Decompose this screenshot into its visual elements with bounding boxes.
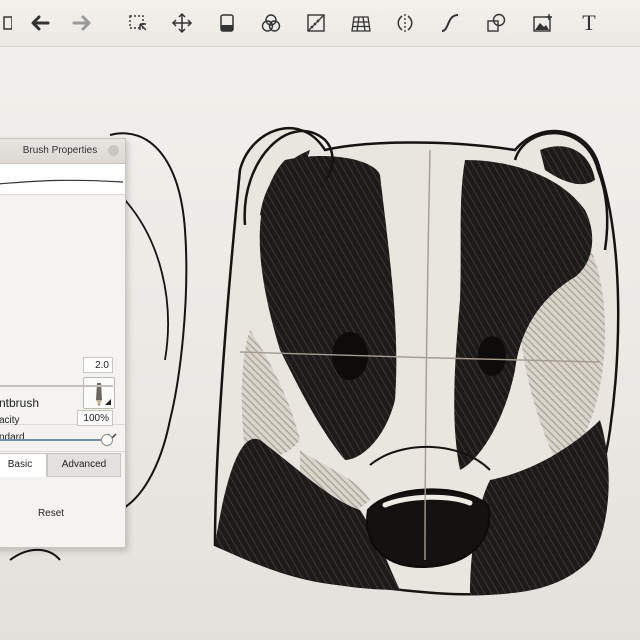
size-slider-track[interactable] <box>0 385 113 387</box>
panel-tabs: Basic Advanced <box>0 453 125 477</box>
panel-title[interactable]: Brush Properties <box>0 139 125 164</box>
reset-button[interactable]: Reset <box>21 504 81 524</box>
pencil-icon <box>96 383 111 406</box>
opacity-slider-fill <box>0 439 105 441</box>
tab-basic[interactable]: Basic <box>0 453 47 477</box>
opacity-value-field[interactable]: 100% <box>77 410 113 426</box>
brush-properties-panel: Brush Properties ntbrush ndard Basic Adv… <box>0 138 126 548</box>
stroke-preview-icon <box>0 179 124 185</box>
preset-label: ndard <box>0 432 25 443</box>
brush-name: ntbrush <box>0 396 40 410</box>
size-value-field[interactable]: 2.0 <box>83 357 113 373</box>
stroke-preview <box>0 164 125 195</box>
opacity-slider-knob[interactable] <box>101 434 113 446</box>
brush-thumbnail[interactable] <box>83 377 115 409</box>
opacity-label: acity <box>0 415 20 426</box>
panel-close-icon[interactable] <box>108 145 119 156</box>
tab-advanced[interactable]: Advanced <box>47 453 121 477</box>
